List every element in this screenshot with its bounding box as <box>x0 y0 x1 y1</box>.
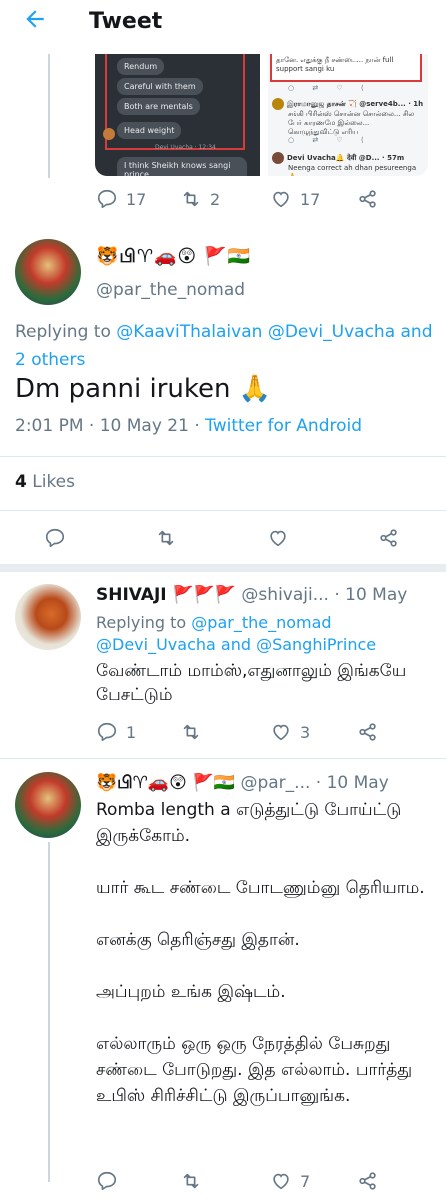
chat-bubble: Careful with them <box>117 78 203 95</box>
likes-count: 4 <box>15 472 27 492</box>
avatar[interactable] <box>15 239 81 305</box>
like-button[interactable]: 7 <box>270 1170 310 1192</box>
screenshot-name: Devi Uvacha🔔 देवी @D... · 57m <box>287 154 405 162</box>
avatar <box>272 98 284 110</box>
back-arrow-icon[interactable] <box>22 6 48 39</box>
reply-icon <box>97 189 117 209</box>
share-icon <box>359 723 376 741</box>
chat-bubble: I think Sheikh knows sangi prince <box>117 157 247 176</box>
screenshot-row: Devi Uvacha🔔 देवी @D... · 57m <box>272 152 424 164</box>
tweet-text: Dm panni iruken 🙏 <box>15 374 272 404</box>
screenshot-text: தானே. எதுக்கு நீ சண்டை... நான் full supp… <box>276 56 394 73</box>
like-button[interactable]: 3 <box>270 721 310 743</box>
screenshot-text: சங்கி பிரின்ஸ் சொன்ன சொல்லை... சில பேர் … <box>288 110 415 136</box>
heart-icon <box>273 191 289 208</box>
reply-count: 1 <box>126 722 137 742</box>
replying-links[interactable]: @par_the_nomad <box>191 613 331 632</box>
retweet-icon <box>158 530 174 546</box>
tweet-source-link[interactable]: Twitter for Android <box>205 416 362 436</box>
share-button[interactable] <box>378 527 400 549</box>
screenshot-text: Neenga correct ah dhan pesureenga 🙏 <box>288 164 417 176</box>
author-name[interactable]: 🐯பி♈🚗😲 🚩🇮🇳 <box>96 246 251 269</box>
share-button[interactable] <box>357 1170 379 1192</box>
like-count: 7 <box>300 1171 311 1191</box>
retweet-icon <box>183 724 199 740</box>
thread-connector <box>48 54 50 178</box>
replying-label: Replying to <box>15 322 117 342</box>
share-icon <box>359 190 376 208</box>
screenshot-row: இராமானுஜ தாசன் 🏹 @serve4b... · 1h <box>272 98 424 110</box>
share-button[interactable] <box>357 188 379 210</box>
like-count: 3 <box>300 722 311 742</box>
divider <box>0 510 446 511</box>
screenshot-actions: ○ ⇄ ♡ ⟨ <box>288 84 372 92</box>
author-name: 🐯பி♈🚗😲 🚩🇮🇳 <box>96 773 236 793</box>
reply-icon <box>97 722 117 742</box>
reply-header[interactable]: SHIVAJI 🚩🚩🚩 @shivaji... · 10 May <box>96 585 407 605</box>
app-bar: Tweet <box>0 0 446 54</box>
reply-button[interactable]: 17 <box>96 188 146 210</box>
chat-bubble: Head weight <box>117 122 182 139</box>
replying-to: Replying to @par_the_nomad @Devi_Uvacha … <box>96 612 436 656</box>
likes-summary[interactable]: 4 Likes <box>15 472 75 492</box>
replying-label: Replying to <box>96 613 192 632</box>
replying-links[interactable]: @Devi_Uvacha and @SanghiPrince <box>96 635 376 654</box>
page-title: Tweet <box>89 9 163 34</box>
retweet-count: 2 <box>210 189 221 209</box>
heart-icon <box>273 1173 289 1190</box>
reply-icon <box>97 1171 117 1191</box>
thread-connector <box>48 842 50 1182</box>
tweet-time: 2:01 PM · 10 May 21 · <box>15 416 206 436</box>
avatar[interactable] <box>15 772 81 838</box>
author-handle[interactable]: @par_the_nomad <box>96 280 245 300</box>
share-icon <box>359 1172 376 1190</box>
avatar <box>272 152 284 164</box>
likes-label: Likes <box>26 472 75 492</box>
retweet-button[interactable] <box>180 1170 210 1192</box>
divider <box>0 758 446 759</box>
divider <box>0 456 446 457</box>
section-gap <box>0 564 446 572</box>
author-handle: @par_... · 10 May <box>235 773 389 793</box>
media-image-left[interactable]: Rendum Careful with them Both are mental… <box>95 54 260 176</box>
share-icon <box>380 529 397 547</box>
share-button[interactable] <box>357 721 379 743</box>
retweet-icon <box>183 191 199 207</box>
reply-icon <box>45 528 65 548</box>
reply-button[interactable] <box>44 527 66 549</box>
chat-bubble: Rendum <box>117 58 165 75</box>
avatar[interactable] <box>15 584 81 650</box>
like-button[interactable]: 17 <box>270 188 320 210</box>
heart-icon <box>273 724 289 741</box>
reply-button[interactable]: 1 <box>96 721 136 743</box>
retweet-button[interactable] <box>180 721 210 743</box>
heart-icon <box>270 530 286 547</box>
reply-header[interactable]: 🐯பி♈🚗😲 🚩🇮🇳 @par_... · 10 May <box>96 773 389 795</box>
reply-button[interactable] <box>96 1170 126 1192</box>
screenshot-actions: ○ ⇄ ♡ ⟨ <box>288 136 372 144</box>
chat-timestamp: Devi Uvacha · 12:34 <box>155 144 216 151</box>
tweet-text: வேண்டாம் மாம்ஸ்,எதுனாலும் இங்கயே பேசட்டு… <box>96 661 412 705</box>
highlight-frame: தானே. எதுக்கு நீ சண்டை... நான் full supp… <box>270 54 422 82</box>
retweet-button[interactable]: 2 <box>180 188 220 210</box>
avatar <box>103 128 115 140</box>
retweet-button[interactable] <box>155 527 177 549</box>
tweet-text: Romba length a எடுத்துட்டு போய்ட்டு இருக… <box>96 800 425 1106</box>
chat-bubble: Both are mentals <box>117 98 200 115</box>
replying-to: Replying to @KaaviThalaivan @Devi_Uvacha… <box>15 318 435 374</box>
retweet-icon <box>183 1173 199 1189</box>
like-count: 17 <box>300 189 321 209</box>
like-button[interactable] <box>267 527 289 549</box>
reply-count: 17 <box>126 189 147 209</box>
author-name: SHIVAJI 🚩🚩🚩 <box>96 585 237 605</box>
screenshot-name: இராமானுஜ தாசன் 🏹 @serve4b... · 1h <box>287 100 424 108</box>
author-handle: @shivaji... · 10 May <box>236 585 408 605</box>
media-image-right[interactable]: தானே. எதுக்கு நீ சண்டை... நான் full supp… <box>268 54 428 176</box>
tweet-meta: 2:01 PM · 10 May 21 · Twitter for Androi… <box>15 416 362 436</box>
